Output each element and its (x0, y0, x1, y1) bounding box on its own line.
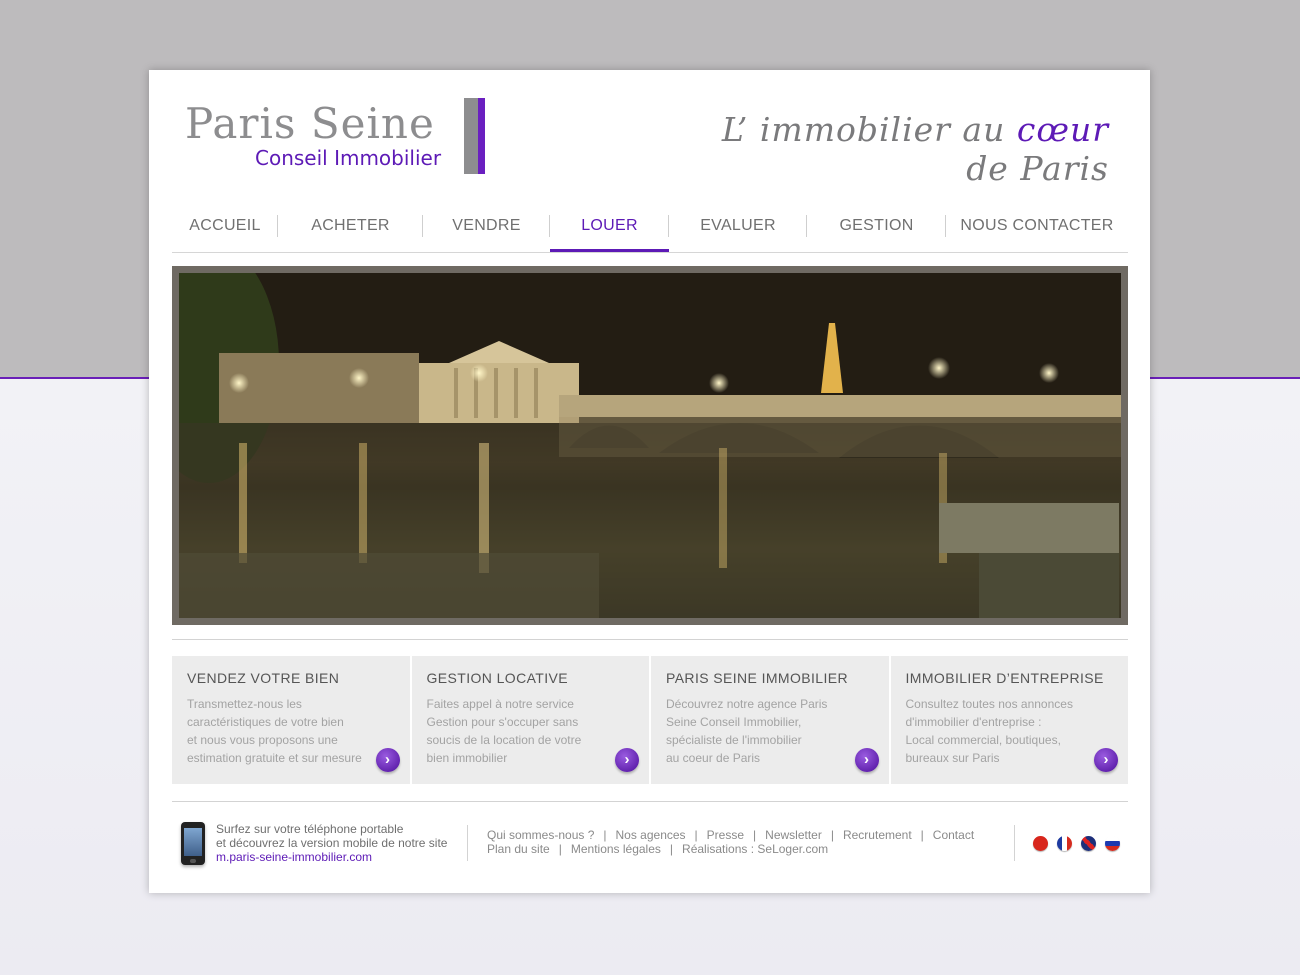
nav-item-accueil[interactable]: ACCUEIL (172, 206, 278, 252)
page-container: Paris Seine Conseil Immobilier L’ immobi… (149, 70, 1150, 893)
feature-box-vendez[interactable]: VENDEZ VOTRE BIEN Transmettez-nous les c… (172, 656, 410, 784)
feature-box-entreprise[interactable]: IMMOBILIER D’ENTREPRISE Consultez toutes… (890, 656, 1128, 784)
feature-boxes: VENDEZ VOTRE BIEN Transmettez-nous les c… (172, 656, 1128, 784)
feature-text: Faites appel à notre service Gestion pou… (426, 697, 582, 765)
mobile-site-link[interactable]: m.paris-seine-immobilier.com (216, 850, 447, 864)
feature-title: PARIS SEINE IMMOBILIER (666, 670, 849, 686)
ru-flag-icon[interactable] (1105, 836, 1120, 851)
nav-item-louer[interactable]: LOUER (550, 206, 669, 252)
uk-flag-icon[interactable] (1081, 836, 1096, 851)
footer-link-newsletter[interactable]: Newsletter (765, 828, 822, 842)
link-separator: | (558, 842, 562, 856)
cn-flag-icon[interactable] (1033, 836, 1048, 851)
link-separator: | (753, 828, 757, 842)
link-separator: | (603, 828, 607, 842)
logo-subtitle: Conseil Immobilier (255, 146, 442, 170)
feature-text: Transmettez-nous les caractéristiques de… (187, 697, 362, 765)
feature-title: IMMOBILIER D’ENTREPRISE (905, 670, 1104, 686)
nav-item-louer-label: LOUER (581, 217, 638, 234)
language-flags (1033, 836, 1120, 851)
nav-item-vendre[interactable]: VENDRE (423, 206, 550, 252)
site-logo[interactable]: Paris Seine Conseil Immobilier (185, 98, 490, 176)
link-separator: | (920, 828, 924, 842)
footer-link-nos-agences[interactable]: Nos agences (616, 828, 686, 842)
feature-text: Découvrez notre agence Paris Seine Conse… (666, 697, 828, 765)
nav-item-gestion[interactable]: GESTION (807, 206, 946, 252)
slogan-before: L’ immobilier au (721, 110, 1017, 149)
mobile-promo-line1: Surfez sur votre téléphone portable (216, 822, 404, 836)
main-nav: ACCUEIL ACHETER VENDRE LOUER EVALUER GES… (172, 206, 1128, 253)
chevron-right-icon[interactable]: › (854, 748, 879, 772)
nav-item-acheter[interactable]: ACHETER (278, 206, 423, 252)
hero-banner (172, 266, 1128, 625)
footer-link-presse[interactable]: Presse (707, 828, 744, 842)
footer-links: Qui sommes-nous ? | Nos agences | Presse | New… (487, 828, 974, 856)
slogan-after: de Paris (966, 149, 1109, 188)
slogan-accent: cœur (1016, 110, 1109, 149)
fr-flag-icon[interactable] (1057, 836, 1072, 851)
footer-link-qui-sommes-nous[interactable]: Qui sommes-nous ? (487, 828, 594, 842)
footer-link-mentions-legales[interactable]: Mentions légales (571, 842, 661, 856)
phone-screen (184, 828, 202, 856)
footer-link-contact[interactable]: Contact (933, 828, 974, 842)
link-separator: | (669, 842, 674, 856)
mobile-promo: Surfez sur votre téléphone portable et d… (216, 822, 447, 864)
footer-divider (172, 801, 1128, 802)
mobile-phone-icon (181, 822, 205, 865)
logo-name: Paris Seine (185, 99, 435, 148)
chevron-right-icon[interactable]: › (1094, 748, 1118, 772)
phone-button (190, 859, 196, 863)
link-separator: | (694, 828, 698, 842)
logo-bar-grey (464, 98, 478, 174)
nav-item-nous-contacter[interactable]: NOUS CONTACTER (946, 206, 1128, 252)
footer-link-recrutement[interactable]: Recrutement (843, 828, 912, 842)
chevron-right-icon[interactable]: › (615, 748, 639, 772)
footer-links-row2: Plan du site | Mentions légales | Réalisatio… (487, 842, 974, 856)
footer-links-row1: Qui sommes-nous ? | Nos agences | Presse | New… (487, 828, 974, 842)
slogan: L’ immobilier au cœur de Paris (669, 110, 1109, 188)
footer-link-realisations[interactable]: Réalisations : SeLoger.com (682, 842, 828, 856)
feature-text: Consultez toutes nos annonces d'immobili… (905, 697, 1073, 765)
feature-box-gestion-locative[interactable]: GESTION LOCATIVE Faites appel à notre se… (411, 656, 649, 784)
logo-bar-purple (478, 98, 485, 174)
feature-title: VENDEZ VOTRE BIEN (187, 670, 340, 686)
banner-divider (172, 639, 1128, 640)
feature-title: GESTION LOCATIVE (426, 670, 568, 686)
footer-separator (467, 825, 468, 861)
feature-box-paris-seine[interactable]: PARIS SEINE IMMOBILIER Découvrez notre a… (651, 656, 889, 784)
nav-active-underline (550, 249, 669, 252)
link-separator: | (830, 828, 834, 842)
nav-item-evaluer[interactable]: EVALUER (669, 206, 807, 252)
hero-photo-illustration (179, 273, 1121, 618)
mobile-promo-line2: et découvrez la version mobile de notre … (216, 836, 448, 850)
hero-photo (179, 273, 1121, 618)
footer-link-plan-du-site[interactable]: Plan du site (487, 842, 550, 856)
footer-separator (1014, 825, 1015, 861)
chevron-right-icon[interactable]: › (375, 748, 400, 772)
